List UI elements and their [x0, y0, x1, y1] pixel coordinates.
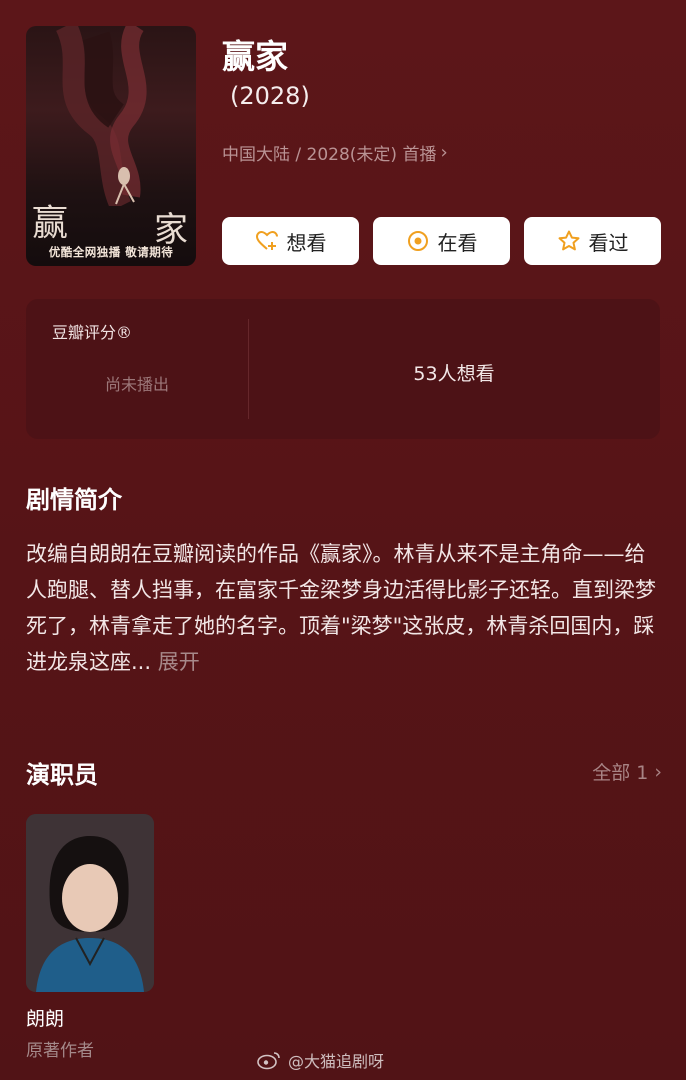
poster-figure-art [55, 26, 147, 206]
want-count: 53人想看 [413, 363, 495, 385]
cast-view-all-link[interactable]: 全部 1 › [592, 758, 662, 785]
movie-detail-page: 赢 家 优酷全网独播 敬请期待 赢家 (2028) 中国大陆 / 2028(未定… [0, 0, 686, 1080]
weibo-logo-icon [257, 1052, 280, 1070]
poster-image[interactable]: 赢 家 优酷全网独播 敬请期待 [26, 26, 196, 266]
page-title: 赢家 [222, 37, 288, 76]
cast-member-photo[interactable] [26, 814, 154, 992]
cast-member-name[interactable]: 朗朗 [26, 1004, 64, 1031]
watching-label: 在看 [437, 230, 478, 255]
synopsis-text: 改编自朗朗在豆瓣阅读的作品《赢家》。林青从来不是主角命——给人跑腿、替人挡事，在… [26, 542, 656, 674]
weibo-watermark: @大猫追剧呀 [256, 1048, 384, 1072]
want-to-watch-label: 想看 [286, 230, 327, 255]
watermark-text: @大猫追剧呀 [288, 1052, 385, 1071]
watching-button[interactable]: 在看 [373, 217, 510, 265]
poster-tagline: 优酷全网独播 敬请期待 [48, 245, 174, 259]
want-to-watch-button[interactable]: 想看 [222, 217, 359, 265]
star-icon [558, 230, 579, 251]
cast-view-all-label: 全部 1 [592, 762, 649, 784]
release-meta-text: 中国大陆 / 2028(未定) 首播 [222, 145, 437, 165]
release-year: (2028) [230, 82, 310, 110]
douban-rating-label: 豆瓣评分® [52, 323, 133, 342]
chevron-right-icon: › [654, 760, 662, 783]
action-buttons: 想看 在看 看过 [222, 217, 661, 265]
expand-synopsis-link[interactable]: 展开 [158, 650, 200, 674]
cast-member-role: 原著作者 [26, 1041, 94, 1061]
synopsis-heading: 剧情简介 [26, 486, 122, 514]
cast-heading: 演职员 [26, 761, 98, 789]
watched-button[interactable]: 看过 [524, 217, 661, 265]
release-meta-link[interactable]: 中国大陆 / 2028(未定) 首播 › [222, 140, 448, 165]
rating-status: 尚未播出 [104, 375, 169, 394]
heart-plus-icon [255, 230, 278, 250]
chevron-right-icon: › [440, 142, 448, 163]
synopsis-text-block: 改编自朗朗在豆瓣阅读的作品《赢家》。林青从来不是主角命——给人跑腿、替人挡事，在… [26, 536, 666, 680]
target-icon [407, 231, 428, 251]
person-portrait [26, 814, 154, 992]
watched-label: 看过 [588, 230, 629, 255]
rating-card[interactable]: 豆瓣评分® 尚未播出 53人想看 [26, 299, 660, 439]
poster-title-char-1: 赢 [32, 203, 69, 244]
